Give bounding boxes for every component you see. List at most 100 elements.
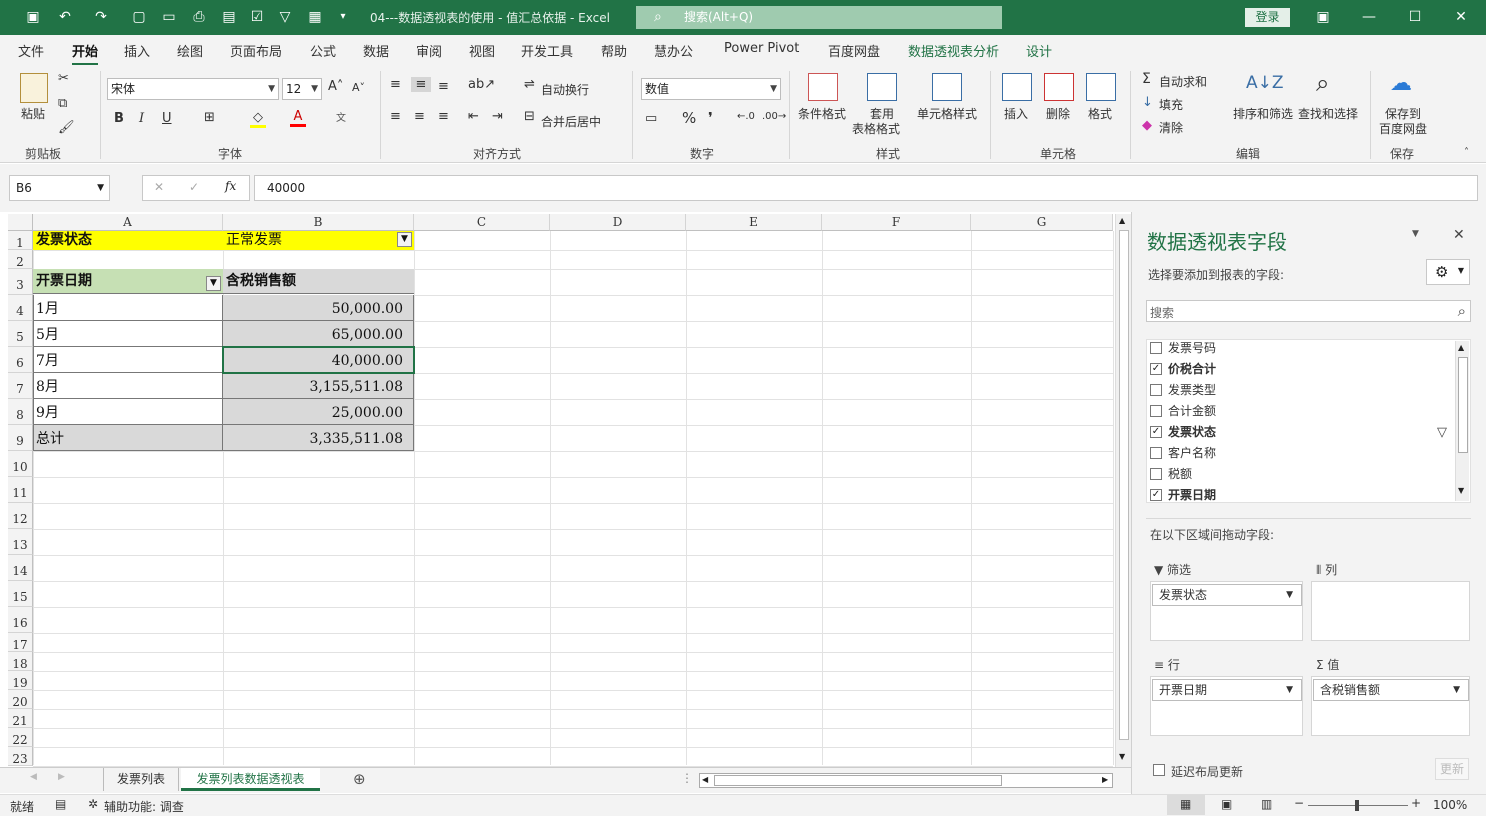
row-header[interactable]: 6 bbox=[8, 347, 33, 373]
check-icon[interactable]: ☑ bbox=[248, 8, 266, 26]
tab-formulas[interactable]: 公式 bbox=[310, 41, 336, 60]
orientation-icon[interactable]: ab↗ bbox=[468, 77, 495, 92]
values-field-chip[interactable]: 含税销售额 ▼ bbox=[1313, 679, 1469, 701]
row-header[interactable]: 2 bbox=[8, 250, 33, 269]
month-cell[interactable]: 8月 bbox=[33, 373, 223, 399]
fill-icon[interactable]: ↓ bbox=[1142, 95, 1153, 110]
value-cell[interactable]: 25,000.00 bbox=[223, 399, 414, 425]
tab-design[interactable]: 设计 bbox=[1026, 41, 1052, 60]
save-baidu-line2[interactable]: 百度网盘 bbox=[1379, 120, 1427, 137]
scroll-down-icon[interactable]: ▼ bbox=[1119, 752, 1125, 761]
increase-decimal-icon[interactable]: ←.0 bbox=[737, 111, 755, 122]
sheet-tab-invoice-list[interactable]: 发票列表 bbox=[103, 768, 179, 791]
font-name-select[interactable]: 宋体 ▼ bbox=[107, 78, 279, 100]
field-item[interactable]: 税额 bbox=[1150, 466, 1192, 484]
tab-developer[interactable]: 开发工具 bbox=[521, 41, 573, 60]
columns-drop-area[interactable] bbox=[1311, 581, 1470, 641]
month-cell[interactable]: 1月 bbox=[33, 295, 223, 321]
clear-icon[interactable]: ◆ bbox=[1142, 118, 1152, 133]
filter-value-cell[interactable]: 正常发票 ▼ bbox=[223, 231, 414, 250]
row-header[interactable]: 11 bbox=[8, 477, 33, 503]
accessibility-status[interactable]: 辅助功能: 调查 bbox=[104, 798, 184, 815]
redo-icon[interactable]: ↷ bbox=[92, 8, 110, 26]
print-icon[interactable]: ⎙ bbox=[190, 8, 208, 26]
field-item[interactable]: 发票号码 bbox=[1150, 340, 1216, 358]
vertical-scrollbar[interactable]: ▲ ▼ bbox=[1115, 214, 1131, 767]
clear-button[interactable]: 清除 bbox=[1159, 119, 1183, 136]
align-center-icon[interactable]: ≡ bbox=[414, 109, 425, 124]
wrap-text-icon[interactable]: ⇌ bbox=[524, 77, 535, 92]
sort-filter-icon[interactable]: A↓Z bbox=[1246, 73, 1284, 93]
insert-cells-icon[interactable] bbox=[1002, 73, 1032, 101]
defer-update-checkbox[interactable] bbox=[1153, 764, 1165, 776]
number-format-select[interactable]: 数值 ▼ bbox=[641, 78, 781, 100]
checked-checkbox-icon[interactable]: ✓ bbox=[1150, 489, 1162, 501]
print-preview-icon[interactable]: ▤ bbox=[220, 8, 238, 26]
tab-help[interactable]: 帮助 bbox=[601, 41, 627, 60]
align-bottom-icon[interactable]: ≡ bbox=[438, 79, 449, 94]
tab-split-handle[interactable]: ⋮ bbox=[681, 771, 693, 785]
baidu-netdisk-icon[interactable]: ☁ bbox=[1390, 71, 1412, 96]
field-item[interactable]: 合计金额 bbox=[1150, 403, 1216, 421]
bold-button[interactable]: B bbox=[114, 111, 124, 126]
format-painter-icon[interactable]: 🖌 bbox=[58, 120, 75, 135]
cut-icon[interactable]: ✂ bbox=[58, 71, 69, 86]
insert-function-icon[interactable]: fx bbox=[225, 179, 236, 193]
open-folder-icon[interactable]: ▭ bbox=[160, 8, 178, 26]
pane-close-icon[interactable]: ✕ bbox=[1453, 227, 1465, 243]
find-select-button[interactable]: 查找和选择 bbox=[1298, 105, 1358, 122]
ribbon-display-icon[interactable]: ▣ bbox=[1300, 0, 1346, 35]
field-search-input[interactable]: 搜索 ⌕ bbox=[1146, 300, 1471, 322]
delete-cells-icon[interactable] bbox=[1044, 73, 1074, 101]
checkbox-icon[interactable] bbox=[1150, 384, 1162, 396]
insert-cells-button[interactable]: 插入 bbox=[1004, 105, 1028, 122]
row-header[interactable]: 9 bbox=[8, 425, 33, 451]
save-icon[interactable]: ▣ bbox=[24, 8, 42, 26]
column-header-c[interactable]: C bbox=[414, 214, 550, 231]
hscroll-thumb[interactable] bbox=[714, 775, 1002, 786]
row-header-cell[interactable]: 开票日期 ▼ bbox=[33, 269, 223, 294]
zoom-slider-thumb[interactable] bbox=[1355, 800, 1359, 811]
tab-page-layout[interactable]: 页面布局 bbox=[230, 41, 282, 60]
value-header-cell[interactable]: 含税销售额 bbox=[223, 269, 414, 294]
checkbox-icon[interactable] bbox=[1150, 342, 1162, 354]
pane-options-icon[interactable]: ▼ bbox=[1412, 229, 1419, 239]
format-cells-icon[interactable] bbox=[1086, 73, 1116, 101]
row-filter-dropdown-icon[interactable]: ▼ bbox=[206, 276, 221, 291]
login-button[interactable]: 登录 bbox=[1245, 8, 1290, 27]
align-top-icon[interactable]: ≡ bbox=[390, 77, 401, 92]
autosum-icon[interactable]: Σ bbox=[1142, 71, 1151, 87]
paste-icon[interactable] bbox=[20, 73, 48, 103]
merge-center-button[interactable]: 合并后居中 bbox=[541, 113, 601, 130]
format-as-table-line2[interactable]: 表格格式 bbox=[852, 120, 900, 137]
decrease-decimal-icon[interactable]: .00→ bbox=[762, 111, 786, 122]
copy-icon[interactable]: ⧉ bbox=[58, 96, 67, 111]
column-header-f[interactable]: F bbox=[822, 214, 971, 231]
undo-icon[interactable]: ↶ bbox=[56, 8, 74, 26]
column-header-g[interactable]: G bbox=[971, 214, 1113, 231]
minimize-icon[interactable]: — bbox=[1346, 0, 1392, 35]
increase-indent-icon[interactable]: ⇥ bbox=[492, 109, 503, 124]
sheet-tab-pivot[interactable]: 发票列表数据透视表 bbox=[181, 768, 320, 791]
row-header[interactable]: 21 bbox=[8, 709, 33, 728]
column-header-b[interactable]: B bbox=[223, 214, 414, 231]
field-item[interactable]: 发票类型 bbox=[1150, 382, 1216, 400]
underline-button[interactable]: U bbox=[162, 111, 172, 126]
page-break-view-icon[interactable]: ▥ bbox=[1261, 797, 1272, 811]
tab-baidu-netdisk[interactable]: 百度网盘 bbox=[828, 41, 880, 60]
update-button[interactable]: 更新 bbox=[1435, 758, 1469, 780]
tab-huibangong[interactable]: 慧办公 bbox=[654, 41, 693, 60]
row-header[interactable]: 16 bbox=[8, 607, 33, 633]
scroll-up-icon[interactable]: ▲ bbox=[1119, 216, 1125, 225]
align-middle-icon[interactable]: ≡ bbox=[411, 77, 431, 92]
month-cell[interactable]: 9月 bbox=[33, 399, 223, 425]
value-cell[interactable]: 50,000.00 bbox=[223, 295, 414, 321]
column-header-a[interactable]: A bbox=[33, 214, 223, 231]
new-file-icon[interactable]: ▢ bbox=[130, 8, 148, 26]
value-cell[interactable]: 65,000.00 bbox=[223, 321, 414, 347]
format-cells-button[interactable]: 格式 bbox=[1088, 105, 1112, 122]
row-header[interactable]: 12 bbox=[8, 503, 33, 529]
row-header[interactable]: 19 bbox=[8, 671, 33, 690]
row-header[interactable]: 4 bbox=[8, 295, 33, 321]
decrease-font-icon[interactable]: A˅ bbox=[352, 81, 365, 94]
